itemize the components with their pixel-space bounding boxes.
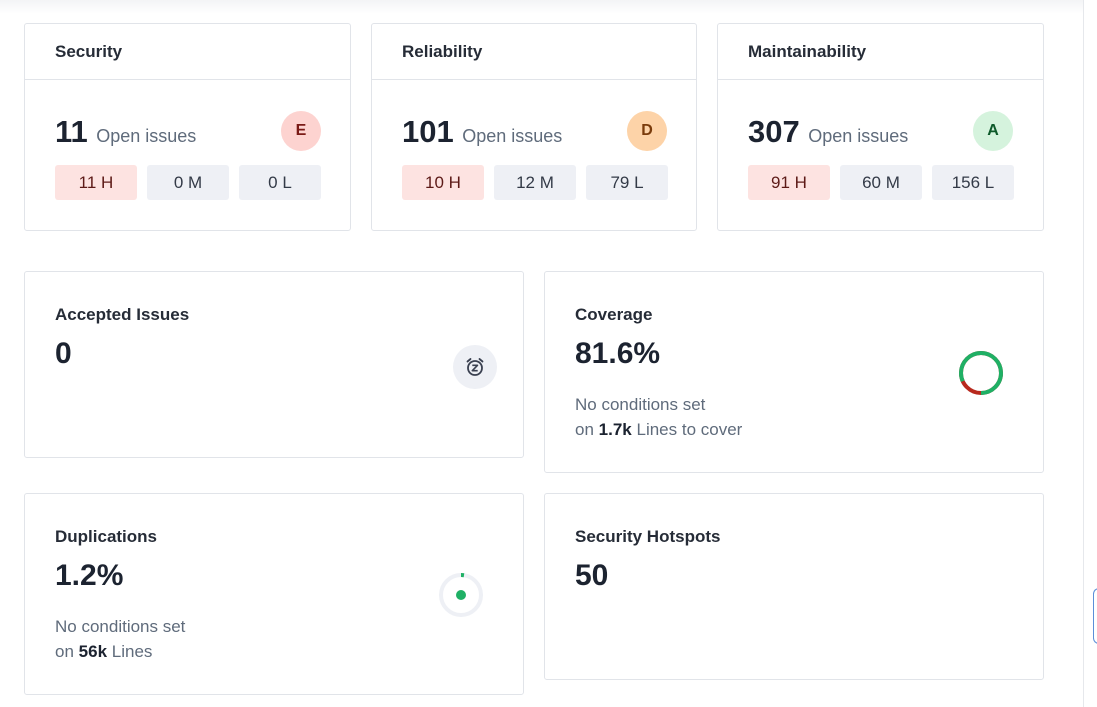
open-issues-label: Open issues xyxy=(808,126,909,146)
security-hotspots-card[interactable]: Security Hotspots 50 xyxy=(544,493,1044,680)
card-title: Coverage xyxy=(575,305,653,324)
open-issues-label: Open issues xyxy=(96,126,197,146)
top-fade xyxy=(0,0,1083,14)
card-title: Maintainability xyxy=(718,24,1043,80)
card-title: Security xyxy=(25,24,350,80)
lines-text: on 56k Lines xyxy=(55,642,152,662)
rating-badge[interactable]: E xyxy=(281,111,321,151)
accepted-issues-value[interactable]: 0 xyxy=(55,337,72,371)
security-hotspots-value[interactable]: 50 xyxy=(575,559,608,593)
low-severity-pill[interactable]: 156 L xyxy=(932,165,1014,200)
lines-to-cover-text: on 1.7k Lines to cover xyxy=(575,420,742,440)
on-label: on xyxy=(575,420,594,439)
medium-severity-pill[interactable]: 0 M xyxy=(147,165,229,200)
open-issues-count[interactable]: 11 xyxy=(55,114,88,149)
medium-severity-pill[interactable]: 12 M xyxy=(494,165,576,200)
high-severity-pill[interactable]: 91 H xyxy=(748,165,830,200)
lines-value[interactable]: 56k xyxy=(79,642,107,661)
lines-to-cover-label: Lines to cover xyxy=(636,420,743,439)
open-issues-count[interactable]: 101 xyxy=(402,114,454,149)
security-card[interactable]: Security 11 Open issues E 11 H 0 M 0 L xyxy=(24,23,351,231)
rating-badge[interactable]: A xyxy=(973,111,1013,151)
open-issues-label: Open issues xyxy=(462,126,563,146)
duplications-value[interactable]: 1.2% xyxy=(55,559,123,593)
on-label: on xyxy=(55,642,74,661)
conditions-text: No conditions set xyxy=(575,395,706,414)
accepted-issues-card[interactable]: Accepted Issues 0 xyxy=(24,271,524,458)
lines-to-cover-value[interactable]: 1.7k xyxy=(599,420,632,439)
scrollbar-track[interactable] xyxy=(1083,0,1084,707)
medium-severity-pill[interactable]: 60 M xyxy=(840,165,922,200)
card-title: Duplications xyxy=(55,527,158,546)
maintainability-card[interactable]: Maintainability 307 Open issues A 91 H 6… xyxy=(717,23,1044,231)
coverage-card[interactable]: Coverage 81.6% No conditions set on 1.7k… xyxy=(544,271,1044,473)
open-issues-count[interactable]: 307 xyxy=(748,114,800,149)
duplications-card[interactable]: Duplications 1.2% No conditions set on 5… xyxy=(24,493,524,695)
duplications-center-dot xyxy=(456,590,466,600)
card-title: Reliability xyxy=(372,24,696,80)
lines-label: Lines xyxy=(111,642,153,661)
high-severity-pill[interactable]: 11 H xyxy=(55,165,137,200)
high-severity-pill[interactable]: 10 H xyxy=(402,165,484,200)
card-title: Accepted Issues xyxy=(55,305,190,324)
duplications-donut-chart xyxy=(439,573,483,617)
reliability-card[interactable]: Reliability 101 Open issues D 10 H 12 M … xyxy=(371,23,697,231)
low-severity-pill[interactable]: 79 L xyxy=(586,165,668,200)
low-severity-pill[interactable]: 0 L xyxy=(239,165,321,200)
coverage-donut-chart xyxy=(959,351,1003,395)
alarm-snooze-icon xyxy=(453,345,497,389)
card-title: Security Hotspots xyxy=(575,527,721,546)
coverage-value[interactable]: 81.6% xyxy=(575,337,660,371)
conditions-text: No conditions set xyxy=(55,617,186,636)
rating-badge[interactable]: D xyxy=(627,111,667,151)
side-panel-tab[interactable] xyxy=(1093,588,1097,644)
